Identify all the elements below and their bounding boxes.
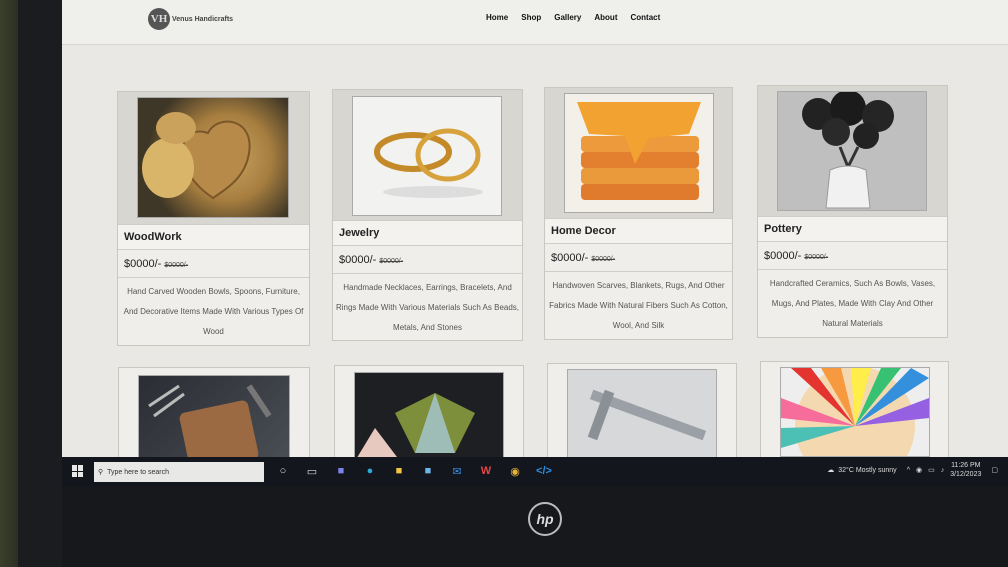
product-card-art[interactable]	[760, 361, 949, 461]
product-old-price: $0000/-	[591, 256, 616, 263]
taskbar-search[interactable]: ⚲ Type here to search	[94, 462, 264, 482]
battery-icon[interactable]: ▭	[928, 466, 935, 474]
nav-shop[interactable]: Shop	[521, 13, 541, 22]
product-description: Hand Carved Wooden Bowls, Spoons, Furnit…	[123, 287, 304, 336]
product-description: Handcrafted Ceramics, Such As Bowls, Vas…	[769, 279, 936, 328]
network-icon[interactable]: ◉	[916, 466, 922, 474]
product-price-row: $0000/- $0000/-	[118, 250, 309, 278]
product-price: $0000/-	[764, 250, 802, 262]
site-logo[interactable]: VH Venus Handicrafts	[148, 8, 233, 30]
home-decor-image	[564, 93, 714, 213]
logo-text: Venus Handicrafts	[172, 15, 234, 23]
nav-about[interactable]: About	[594, 13, 617, 22]
product-title: WoodWork	[118, 224, 309, 250]
search-placeholder: Type here to search	[107, 468, 170, 476]
product-card-origami[interactable]	[334, 365, 524, 465]
mail-icon[interactable]: ✉	[446, 461, 468, 481]
product-image-frame	[545, 88, 732, 218]
site-header: VH Venus Handicrafts Home Shop Gallery A…	[62, 0, 1008, 45]
windows-taskbar: ⚲ Type here to search ○ ▭ ■ ● ■ ■ ✉ W ◉ …	[62, 457, 1008, 486]
product-card-woodwork[interactable]: WoodWork $0000/- $0000/- Hand Carved Wood…	[117, 91, 310, 346]
leather-tools-image	[138, 375, 290, 465]
clock[interactable]: 11:26 PM 3/12/2023	[950, 461, 981, 479]
weather-text[interactable]: 32°C Mostly sunny	[838, 467, 896, 474]
hp-logo: hp	[528, 502, 562, 536]
clock-time: 11:26 PM	[951, 462, 981, 469]
edge-icon[interactable]: ●	[359, 461, 381, 481]
product-card-jewelry[interactable]: Jewelry $0000/- $0000/- Handmade Necklace…	[332, 89, 523, 341]
weather-icon[interactable]: ☁	[827, 466, 834, 474]
product-price-row: $0000/- $0000/-	[545, 244, 732, 272]
store-icon[interactable]: ■	[417, 461, 439, 481]
nav-home[interactable]: Home	[486, 13, 508, 22]
product-price: $0000/-	[551, 252, 589, 264]
colored-pencils-image	[780, 367, 930, 457]
product-price-row: $0000/- $0000/-	[758, 242, 947, 270]
task-view-icon[interactable]: ▭	[301, 461, 323, 481]
volume-icon[interactable]: ♪	[941, 467, 945, 474]
product-title: Pottery	[758, 216, 947, 242]
product-title: Home Decor	[545, 218, 732, 244]
clock-date: 3/12/2023	[950, 471, 982, 478]
product-description: Handmade Necklaces, Earrings, Bracelets,…	[335, 283, 520, 332]
product-image-frame	[333, 90, 522, 220]
vscode-icon[interactable]: </>	[533, 461, 555, 481]
product-old-price: $0000/-	[379, 258, 404, 265]
product-price: $0000/-	[124, 258, 162, 270]
notification-icon[interactable]: ▢	[991, 466, 998, 474]
product-image-frame	[118, 92, 309, 224]
teams-icon[interactable]: ■	[330, 461, 352, 481]
start-button[interactable]	[72, 465, 84, 477]
woodwork-image	[137, 97, 289, 218]
product-card-home-decor[interactable]: Home Decor $0000/- $0000/- Handwoven Scar…	[544, 87, 733, 340]
product-card-pottery[interactable]: Pottery $0000/- $0000/- Handcrafted Ceram…	[757, 85, 948, 338]
product-description: Handwoven Scarves, Blankets, Rugs, And O…	[549, 281, 728, 330]
logo-mark: VH	[148, 8, 170, 30]
product-card-tools[interactable]	[547, 363, 737, 463]
main-nav: Home Shop Gallery About Contact	[486, 13, 673, 22]
origami-image	[354, 372, 504, 462]
jewelry-image	[352, 96, 502, 216]
product-card-leather[interactable]	[118, 367, 310, 467]
laptop-chin: hp	[62, 486, 1008, 567]
search-icon: ⚲	[98, 469, 104, 476]
product-old-price: $0000/-	[164, 262, 189, 269]
product-price-row: $0000/- $0000/-	[333, 246, 522, 274]
nav-gallery[interactable]: Gallery	[554, 13, 581, 22]
file-explorer-icon[interactable]: ■	[388, 461, 410, 481]
cortana-icon[interactable]: ○	[272, 461, 294, 481]
product-image-frame	[758, 86, 947, 216]
chevron-up-icon[interactable]: ^	[907, 467, 910, 474]
product-title: Jewelry	[333, 220, 522, 246]
taskbar-apps: ○ ▭ ■ ● ■ ■ ✉ W ◉ </>	[272, 461, 562, 481]
pottery-image	[777, 91, 927, 211]
caliper-image	[567, 369, 717, 459]
chrome-icon[interactable]: ◉	[504, 461, 526, 481]
system-tray: ☁ 32°C Mostly sunny ^ ◉ ▭ ♪ 11:26 PM 3/1…	[827, 461, 998, 479]
browser-viewport: VH Venus Handicrafts Home Shop Gallery A…	[62, 0, 1008, 486]
nav-contact[interactable]: Contact	[630, 13, 660, 22]
wps-icon[interactable]: W	[475, 461, 497, 481]
product-old-price: $0000/-	[804, 254, 829, 261]
product-price: $0000/-	[339, 254, 377, 266]
